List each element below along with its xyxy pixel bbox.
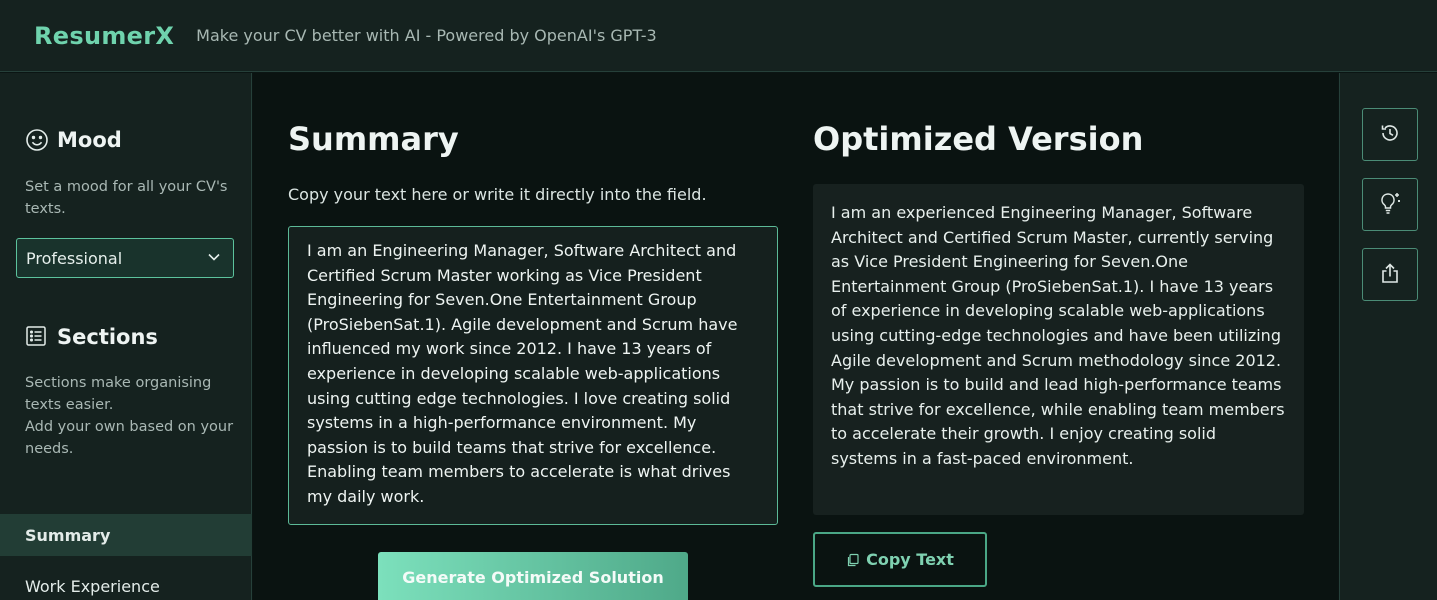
- mood-select[interactable]: Professional: [16, 238, 234, 278]
- sections-description: Sections make organising texts easier. A…: [25, 372, 240, 460]
- optimized-output: I am an experienced Engineering Manager,…: [813, 184, 1304, 515]
- brand-logo[interactable]: ResumerX: [34, 22, 174, 50]
- app-header: ResumerX Make your CV better with AI - P…: [0, 0, 1437, 72]
- copy-text-button[interactable]: Copy Text: [813, 532, 987, 587]
- lightbulb-sparkle-icon: [1377, 190, 1403, 220]
- sections-description-line2: Add your own based on your needs.: [25, 419, 234, 457]
- history-button[interactable]: [1362, 108, 1418, 161]
- smiley-icon: [25, 128, 49, 152]
- mood-description: Set a mood for all your CV's texts.: [25, 179, 228, 217]
- mood-heading: Mood: [25, 128, 122, 152]
- copy-icon: [846, 553, 860, 567]
- copy-text-label: Copy Text: [866, 550, 954, 569]
- sections-title: Sections: [57, 325, 158, 349]
- history-icon: [1379, 122, 1401, 148]
- suggestions-button[interactable]: [1362, 178, 1418, 231]
- list-icon: [25, 325, 49, 349]
- share-button[interactable]: [1362, 248, 1418, 301]
- optimized-title: Optimized Version: [813, 120, 1144, 158]
- sections-heading: Sections: [25, 325, 158, 349]
- tagline: Make your CV better with AI - Powered by…: [196, 26, 657, 45]
- summary-hint: Copy your text here or write it directly…: [288, 185, 707, 204]
- sidebar-item-summary[interactable]: Summary: [0, 514, 252, 556]
- chevron-down-icon: [207, 249, 221, 268]
- tool-rail: [1339, 73, 1437, 600]
- generate-button[interactable]: Generate Optimized Solution: [378, 552, 688, 600]
- summary-title: Summary: [288, 120, 459, 158]
- share-icon: [1379, 262, 1401, 288]
- main-content: Summary Copy your text here or write it …: [253, 73, 1338, 600]
- sidebar: Mood Set a mood for all your CV's texts.…: [0, 73, 252, 600]
- sections-description-line1: Sections make organising texts easier.: [25, 375, 212, 413]
- mood-title: Mood: [57, 128, 122, 152]
- summary-textarea[interactable]: I am an Engineering Manager, Software Ar…: [288, 226, 778, 525]
- sidebar-item-work-experience[interactable]: Work Experience: [0, 565, 252, 600]
- mood-select-value: Professional: [26, 248, 123, 268]
